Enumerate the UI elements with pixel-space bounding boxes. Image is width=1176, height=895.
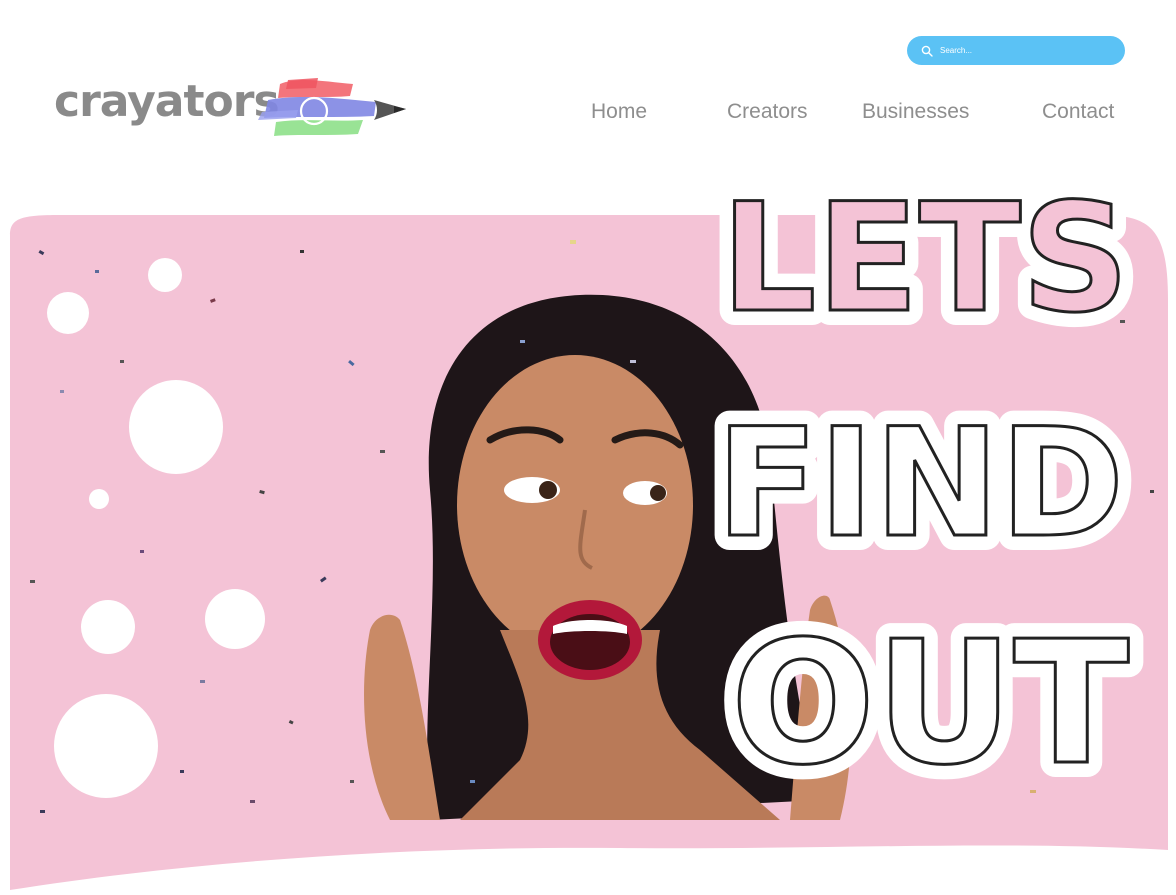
hero-section: LETS LETS FIND FIND OUT OUT — [0, 160, 1176, 895]
headline-line-2: FIND — [716, 397, 1124, 571]
main-nav: Home Creators Businesses Contact — [0, 100, 1176, 130]
nav-home-link[interactable]: Home — [591, 100, 647, 124]
nav-businesses-link[interactable]: Businesses — [862, 100, 969, 124]
hero-graphic: LETS LETS FIND FIND OUT OUT — [10, 160, 1168, 890]
hero-headline: LETS LETS FIND FIND OUT OUT — [701, 160, 1144, 818]
headline-line-1: LETS — [721, 172, 1129, 346]
nav-creators-link[interactable]: Creators — [727, 100, 808, 124]
headline-line-3: OUT — [731, 605, 1130, 803]
search-icon — [921, 45, 933, 57]
search-bar[interactable] — [907, 36, 1125, 65]
page: crayators Home Creators Businesses Conta… — [0, 0, 1176, 895]
nav-contact-link[interactable]: Contact — [1042, 100, 1114, 124]
search-input[interactable] — [940, 46, 1100, 55]
